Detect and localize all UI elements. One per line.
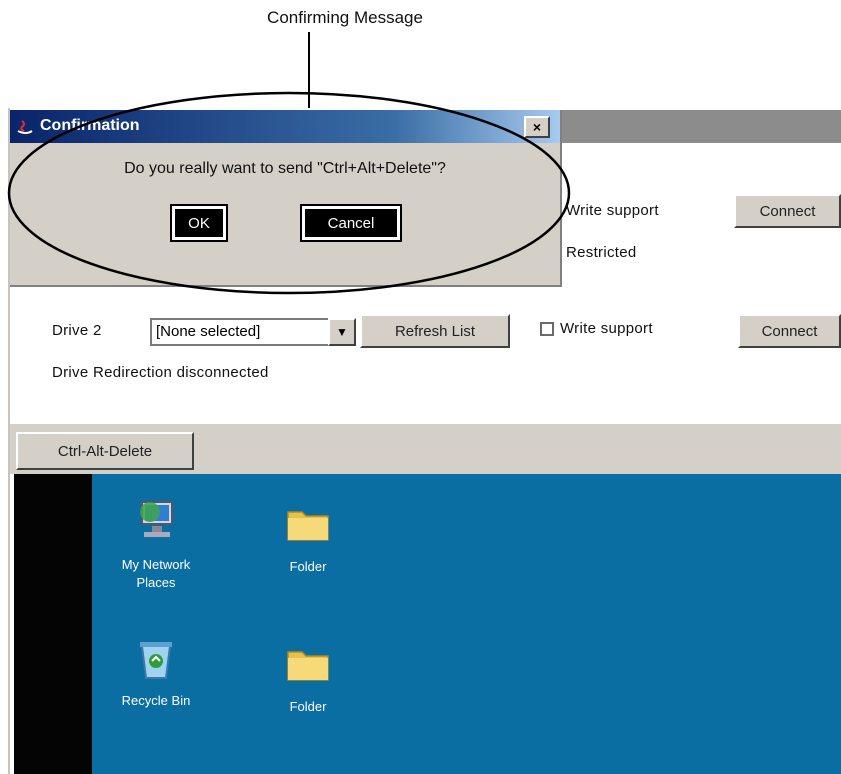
write-support-checkbox[interactable] — [540, 322, 554, 336]
refresh-list-button[interactable]: Refresh List — [360, 314, 510, 348]
upper-connect-button[interactable]: Connect — [734, 194, 841, 228]
desktop-icon-label: My Network Places — [121, 557, 191, 590]
drive-select[interactable]: [None selected] — [150, 318, 356, 346]
callout-label: Confirming Message — [267, 8, 423, 27]
drive-label: Drive 2 — [52, 322, 102, 339]
desktop-icon-label: Folder — [289, 699, 327, 714]
cancel-button[interactable]: Cancel — [300, 204, 402, 242]
chevron-down-icon[interactable]: ▼ — [328, 318, 356, 346]
desktop-icon-label: Folder — [289, 559, 327, 574]
dialog-message: Do you really want to send "Ctrl+Alt+Del… — [124, 160, 446, 177]
ok-button[interactable]: OK — [170, 204, 228, 242]
recycle-bin-icon[interactable] — [132, 636, 180, 689]
network-places-icon[interactable] — [132, 496, 180, 549]
folder-icon[interactable] — [284, 640, 332, 693]
desktop-icon-label: Recycle Bin — [121, 693, 191, 708]
write-support-label: Write support — [560, 320, 653, 337]
drive-status-text: Drive Redirection disconnected — [52, 364, 269, 381]
ctrl-alt-delete-button[interactable]: Ctrl-Alt-Delete — [16, 432, 194, 470]
drive-connect-button[interactable]: Connect — [738, 314, 841, 348]
java-icon — [16, 117, 36, 142]
upper-status-text: Restricted — [566, 244, 637, 261]
dialog-title: Confirmation — [40, 117, 140, 134]
desktop-left-strip — [14, 474, 92, 774]
main-window-titlebar — [558, 110, 841, 143]
folder-icon[interactable] — [284, 500, 332, 553]
close-icon[interactable]: × — [524, 116, 550, 138]
upper-write-support-label: Write support — [566, 202, 659, 219]
